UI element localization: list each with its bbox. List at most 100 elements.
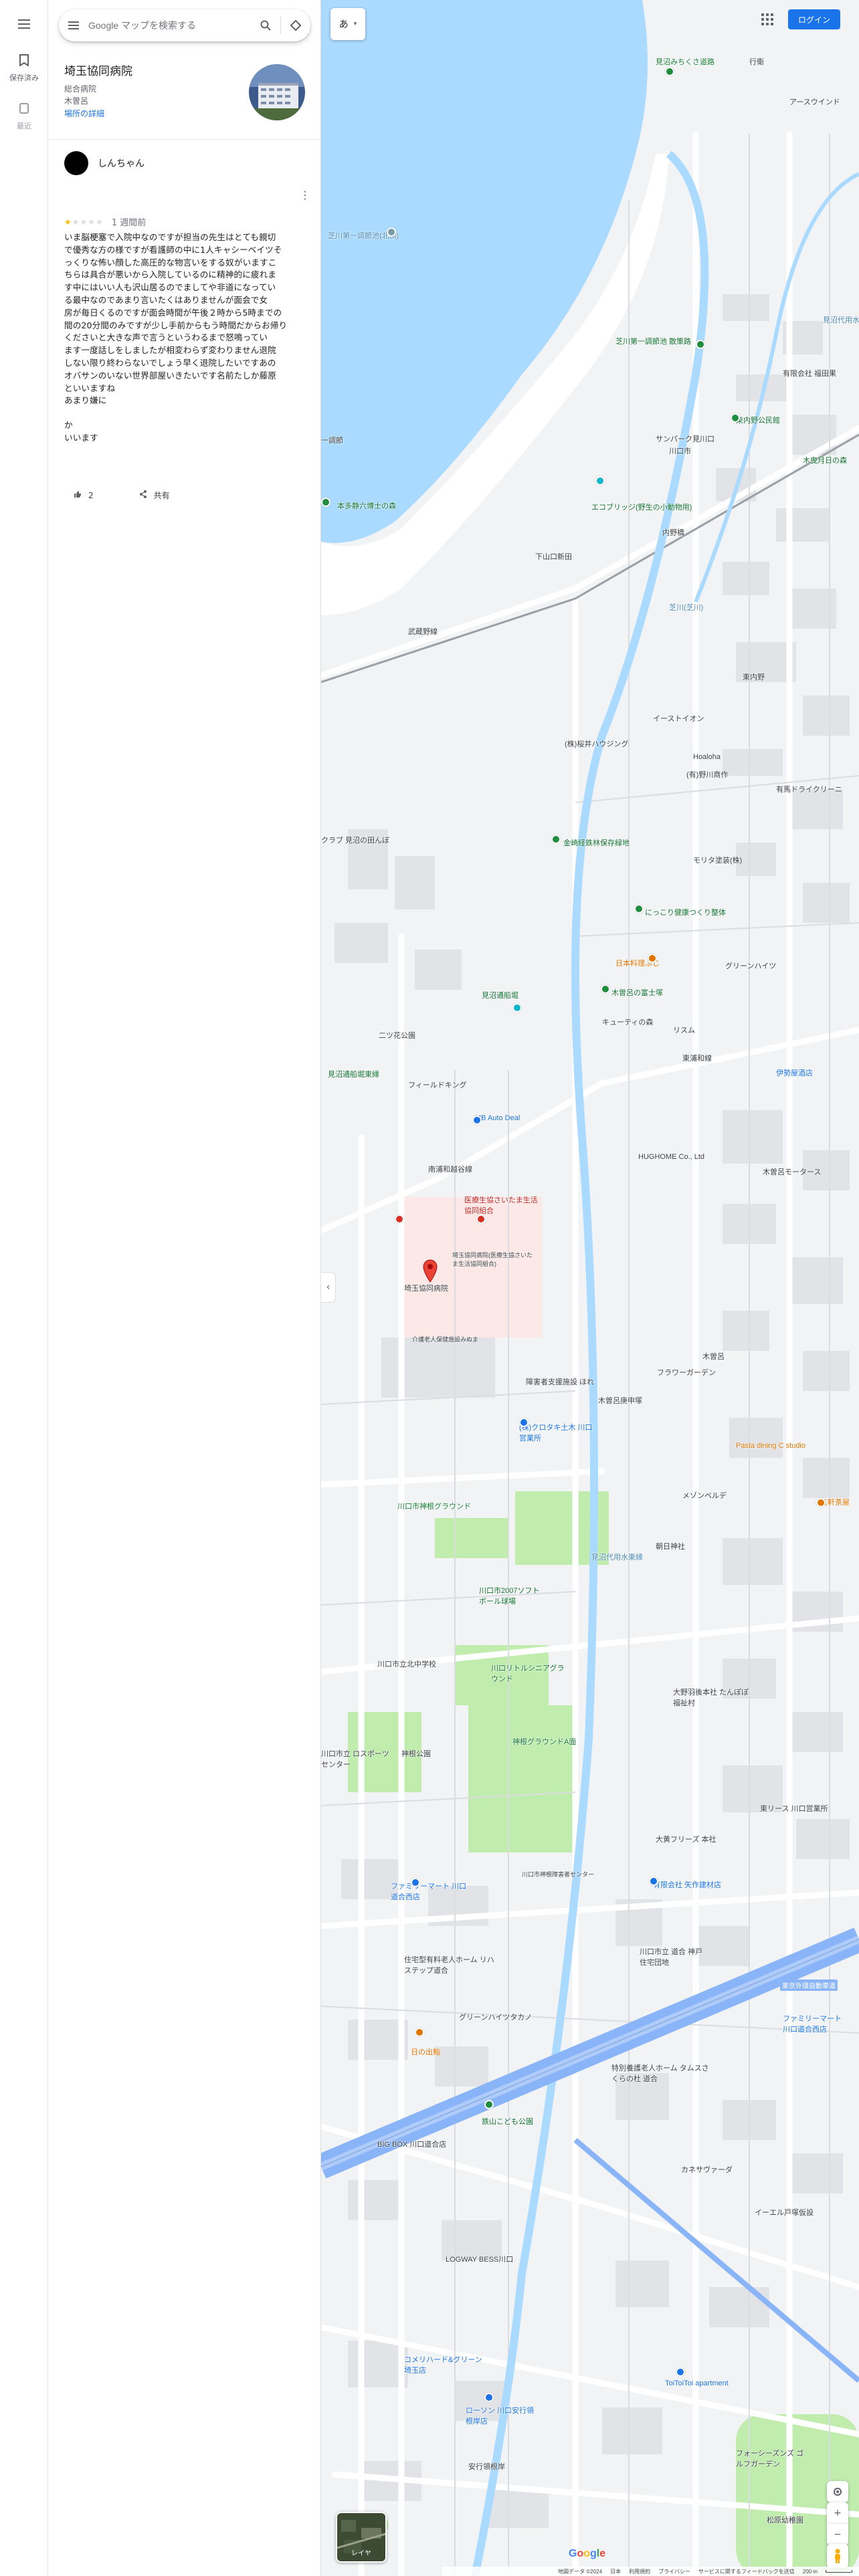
input-method-button[interactable]: あ ▾ [330,8,365,40]
map-label[interactable]: 行衛 [749,56,764,67]
map-label[interactable]: アースウインド [789,96,840,107]
map-label[interactable]: LOGWAY BESS川口 [446,2254,513,2264]
place-pin-icon[interactable] [649,1876,658,1886]
map-label[interactable]: カネサヴァーダ [681,2164,733,2175]
map-label[interactable]: 見沼代用水東縁 [591,1551,643,1562]
map-label[interactable]: 芝川(芝川) [669,602,703,613]
collapse-panel-button[interactable]: ‹ [321,1272,336,1303]
map-label[interactable]: 伊勢屋酒店 [776,1067,813,1078]
map-label[interactable]: 川口市2007ソフトボール球場 [479,1585,546,1606]
map-label[interactable]: フォーシーズンズ ゴルフガーデン [736,2448,809,2469]
map-label[interactable]: 川口市神根障害者センター [522,1870,594,1879]
directions-button[interactable] [281,20,310,31]
map-label[interactable]: 川口市立 ロスポーツセンター [321,1748,395,1769]
place-pin-icon[interactable] [476,1214,486,1224]
saved-button[interactable]: 保存済み [0,52,48,83]
map-label[interactable]: 二ツ花公園 [379,1030,415,1041]
map-label[interactable]: 医療生協さいたま生活協同組合 [464,1194,545,1216]
place-pin-icon[interactable] [601,984,610,994]
map-label[interactable]: ローソン 川口安行領根岸店 [466,2405,539,2426]
map-label[interactable]: フィールドキング [408,1079,466,1090]
zoom-in-button[interactable]: + [827,2502,848,2524]
map-label[interactable]: 東リース 川口営業所 [760,1803,828,1814]
place-pin-icon[interactable] [696,340,705,349]
map-label[interactable]: 鉄山こども公園 [482,2116,533,2127]
selected-place-marker-icon[interactable] [421,1259,439,1283]
map-label[interactable]: 金崎経鉄林保存緑地 [563,837,630,848]
map-label[interactable]: サンパーク見川口 [656,433,714,444]
place-pin-icon[interactable] [816,1498,826,1507]
map-label[interactable]: クラブ 見沼の田んぼ [321,835,389,845]
place-pin-icon[interactable] [395,1214,404,1224]
recent-button[interactable]: 最近 [0,100,48,131]
map-label[interactable]: MB Auto Deal [475,1114,520,1122]
map-label[interactable]: 神根公園 [401,1748,431,1759]
map-label[interactable]: 見沼代用水 [823,314,859,325]
map-label[interactable]: Hoaloha [693,753,721,761]
place-pin-icon[interactable] [411,1878,420,1887]
privacy-link[interactable]: プライバシー [658,2568,690,2575]
map-label[interactable]: 本多静六博士の森 [337,500,396,511]
map-label[interactable]: 朝日神社 [656,1541,685,1551]
place-pin-icon[interactable] [519,1418,529,1427]
scale-label[interactable]: 200 m [803,2569,818,2575]
search-input[interactable] [88,20,251,31]
map-label[interactable]: 武蔵野線 [408,626,438,637]
map-label[interactable]: 大野羽後本社 たんぽぽ福祉村 [673,1687,753,1708]
map-label[interactable]: 見沼通船堀東縁 [328,1069,379,1079]
like-button[interactable]: 2 [74,490,94,501]
map-label[interactable]: 川口市立 道合 神戸住宅団地 [640,1946,706,1967]
place-pin-icon[interactable] [484,2393,494,2402]
place-pin-icon[interactable] [731,413,740,423]
layers-button[interactable]: レイヤ [336,2512,387,2563]
map-label[interactable]: キューティの森 [602,1016,653,1027]
google-apps-icon[interactable] [759,11,775,27]
map-label[interactable]: (有)野川商作 [686,769,728,780]
place-pin-icon[interactable] [472,1115,482,1125]
my-location-button[interactable] [827,2481,848,2502]
map-label[interactable]: エコブリッジ(野生の小動物用) [591,502,692,512]
map-label[interactable]: 木曽呂庚申塚 [598,1395,642,1406]
map-label[interactable]: フラワーガーデン [657,1367,716,1378]
place-pin-icon[interactable] [321,498,330,507]
place-pin-icon[interactable] [415,2028,424,2037]
map-label[interactable]: メゾンベルデ [682,1490,727,1501]
map-label[interactable]: 住宅型有料老人ホーム リハステップ道合 [404,1954,498,1975]
map-label[interactable]: 東浦和線 [682,1053,712,1063]
place-pin-icon[interactable] [484,2100,494,2109]
map-label[interactable]: 南浦和越谷線 [428,1164,472,1174]
map-label[interactable]: グリーンハイツタカノ [459,2012,532,2022]
map-label[interactable]: ファミリーマート 川口道合西店 [783,2013,850,2034]
place-pin-icon[interactable] [648,954,657,963]
map-label[interactable]: にっこり健康つくり整体 [645,907,726,918]
country-link[interactable]: 日本 [610,2568,621,2575]
map-label[interactable]: 東内野公民館 [736,415,780,425]
map-label[interactable]: 川口市 [669,445,691,456]
place-pin-icon[interactable] [551,835,561,844]
map-label[interactable]: 下山口新田 [535,551,572,562]
map-label[interactable]: Pasta dining C studio [736,1442,805,1450]
place-pin-icon[interactable] [595,476,605,486]
map-label[interactable]: 有限会社 福田果 [783,368,836,379]
map-label[interactable]: BIG BOX 川口道合店 [377,2139,446,2149]
map-label[interactable]: 木曽呂モータース [763,1166,821,1177]
map-label[interactable]: イーエル戸塚仮設 [755,2207,814,2218]
map-label[interactable]: 川口市神根グラウンド [397,1501,471,1511]
map-label[interactable]: 川口リトルシニアグラウンド [491,1662,571,1684]
street-view-pegman-icon[interactable] [827,2544,848,2568]
map-label[interactable]: 安行領根岸 [468,2461,505,2472]
map-label[interactable]: 大黄フリーズ 本社 [656,1834,717,1844]
map-label[interactable]: 松原幼稚園 [767,2514,803,2525]
map-label[interactable]: 一調節 [321,435,343,445]
place-pin-icon[interactable] [634,904,644,914]
menu-button[interactable] [0,16,48,36]
map-label[interactable]: 東京外環自動車道 [780,1979,838,1991]
map-label[interactable]: 東内野 [743,671,765,682]
map-label[interactable]: HUGHOME Co., Ltd [638,1153,704,1161]
map-label[interactable]: 埼玉協同病院(医療生協さいたま生活協同組合) [452,1251,533,1268]
map-label[interactable]: 内野橋 [662,527,684,538]
map-label[interactable]: 神根グラウンドA面 [512,1736,576,1747]
map-label[interactable]: 特別養護老人ホーム タムスさくらの杜 道合 [611,2062,712,2084]
map-label[interactable]: 見沼通船堀 [482,990,518,1000]
map-label[interactable]: (株)桜井ハウジング [565,738,628,749]
